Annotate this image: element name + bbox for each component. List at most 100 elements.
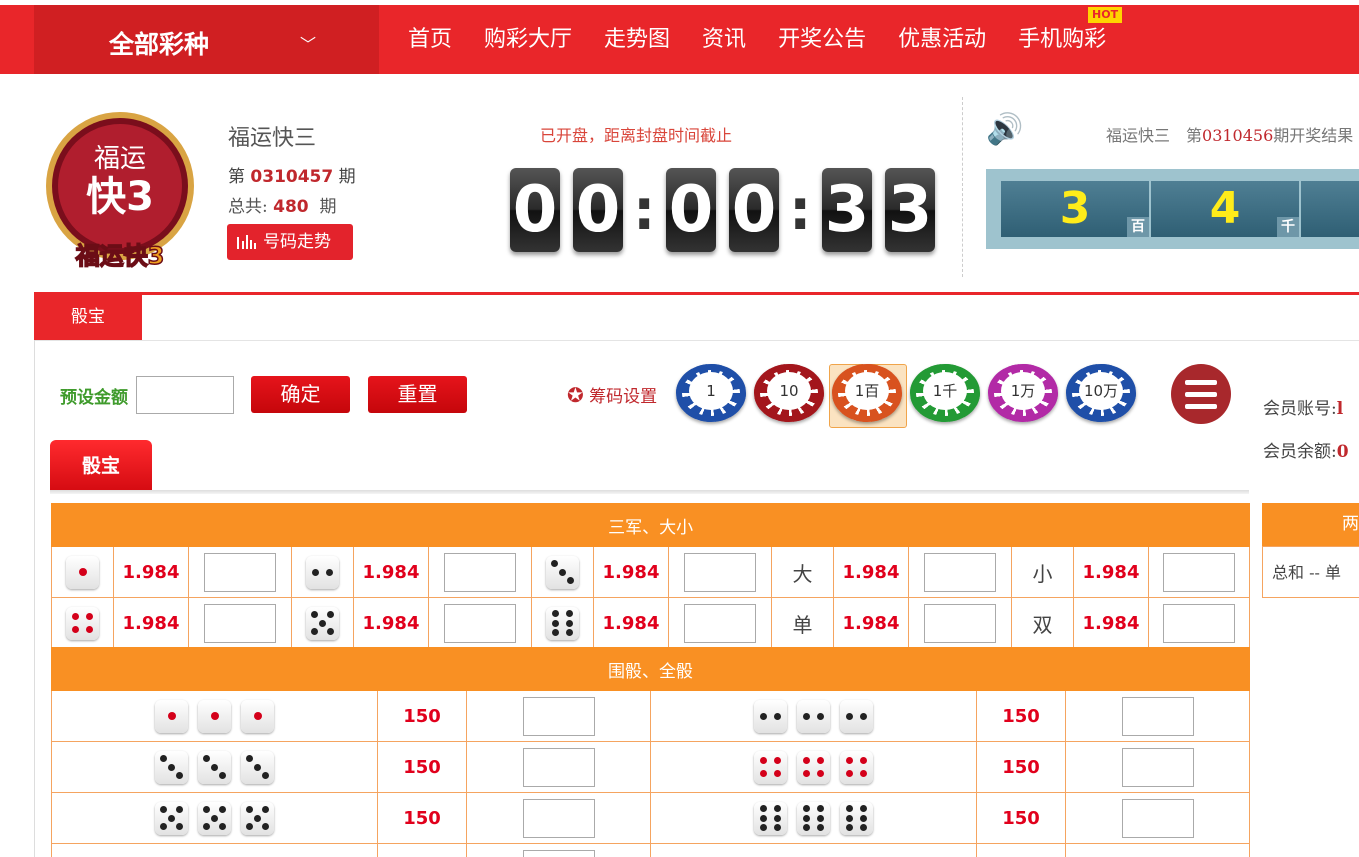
nav-draw-results[interactable]: 开奖公告 [762,5,882,74]
section-title: 三军、大小 [50,503,1251,547]
odds-value: 150 [976,690,1066,742]
dice-cell [51,597,114,649]
bet-amount-input[interactable] [684,552,756,592]
last-result-text: 福运快三 第0310456期开奖结果 [1106,126,1354,145]
dice-pip [211,814,218,822]
dice-3-icon [241,750,274,784]
dice-pip [565,619,573,627]
dice-pip [803,805,811,813]
dice-pip [760,756,768,764]
chip-1000[interactable]: 1千 [910,364,980,422]
table-row: 150 150 [51,690,1251,742]
bet-amount-input[interactable] [684,603,756,643]
table-row: 1.984 1.984 1.984 大 1.984 小 1.984 [51,546,1251,598]
bet-amount-input[interactable] [522,849,595,857]
result-ball: 4千 [1151,181,1299,237]
gear-icon: ✪ [567,383,584,407]
dice-pip [85,612,93,620]
table-row: 150 150 [51,741,1251,793]
preset-amount-input[interactable] [136,376,234,414]
trend-button-label: 号码走势 [263,232,331,252]
dice-pip [219,806,227,814]
dice-1-icon [66,555,99,589]
bet-amount-input[interactable] [1163,603,1236,643]
side-bet-table: 两面 总和 -- 单 [1262,503,1359,598]
bet-amount-input[interactable] [1163,552,1236,592]
nav-promotions[interactable]: 优惠活动 [882,5,1002,74]
bet-amount-input[interactable] [1121,747,1194,787]
nav-lottery-hall[interactable]: 购彩大厅 [468,5,588,74]
dice-pip [176,822,184,830]
bet-amount-input[interactable] [204,552,276,592]
odds-value: 1.984 [353,597,429,649]
nav-trend-chart[interactable]: 走势图 [588,5,686,74]
dice-pip [846,756,854,764]
bet-amount-input[interactable] [1121,798,1194,838]
bet-amount-input[interactable] [522,747,595,787]
chip-10[interactable]: 10 [754,364,824,422]
game-tab-sicbo[interactable]: 骰宝 [34,295,142,340]
dice-pip [859,712,867,720]
dice-pip [773,770,781,778]
countdown-colon: : [789,178,812,243]
odds-value: 150 [976,741,1066,793]
dice-pip [816,823,824,831]
odds-value: 1.984 [113,597,189,649]
confirm-button[interactable]: 确定 [251,376,350,413]
dice-pip [816,814,824,822]
dice-cell [650,690,977,742]
bet-amount-input[interactable] [924,603,996,643]
bet-amount-input[interactable] [1121,696,1194,736]
odds-value: 1.984 [833,597,909,649]
nav-mobile[interactable]: 手机购彩 HOT [1002,5,1123,74]
dice-cell [291,597,354,649]
dice-pip [846,712,854,720]
dice-pip [552,619,560,627]
divider [34,340,1359,341]
bet-amount-input[interactable] [522,696,595,736]
chip-settings-link[interactable]: ✪ 筹码设置 [567,382,657,407]
chip-1[interactable]: 1 [676,364,746,422]
dice-pip [211,763,218,771]
svg-text:快3: 快3 [86,174,154,220]
dice-pip [245,806,253,814]
dice-pip [859,823,867,831]
dice-pip [327,611,335,619]
dice-pip [202,806,210,814]
chip-10000[interactable]: 1万 [988,364,1058,422]
chip-100000[interactable]: 10万 [1066,364,1136,422]
chip-100[interactable]: 1百 [832,364,902,422]
dice-pip [816,770,824,778]
bet-option-big: 大 [771,546,834,598]
countdown-colon: : [633,178,656,243]
dice-pip [253,712,262,720]
dice-pip [859,756,867,764]
dice-3-icon [155,750,188,784]
bet-amount-input[interactable] [444,552,516,592]
nav-home[interactable]: 首页 [392,5,468,74]
odds-value: 1.984 [1073,597,1149,649]
bet-amount-input[interactable] [444,603,516,643]
dice-pip [312,568,320,576]
menu-icon[interactable] [1171,364,1231,424]
dice-5-icon [198,801,231,835]
dice-pip [254,763,261,771]
speaker-icon[interactable]: 🔊 [986,112,1023,147]
dice-pip [846,805,854,813]
reset-button[interactable]: 重置 [368,376,467,413]
dice-pip [167,712,176,720]
dice-pip [72,612,80,620]
total-issues: 总共: 480 期 [228,197,337,217]
bet-amount-input[interactable] [522,798,595,838]
nav-news[interactable]: 资讯 [686,5,762,74]
dice-1-icon [198,699,231,733]
dice-pip [325,568,333,576]
result-ball [1301,181,1359,237]
dice-pip [773,805,781,813]
bet-amount-input[interactable] [204,603,276,643]
sub-tab-sicbo[interactable]: 骰宝 [50,440,152,493]
all-lotteries-dropdown[interactable]: 全部彩种 ﹀ [34,5,379,74]
bet-amount-input[interactable] [924,552,996,592]
countdown-digit: 0 [573,168,623,252]
trend-button[interactable]: 号码走势 [227,224,353,260]
